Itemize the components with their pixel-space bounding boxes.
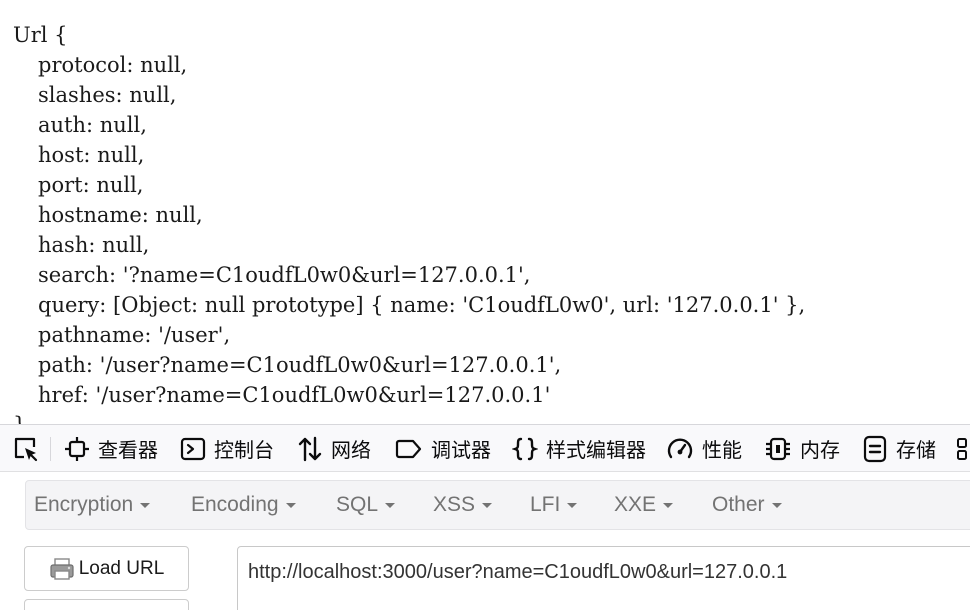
caret-down-icon: [567, 502, 578, 508]
output-line: query: [Object: null prototype] { name: …: [38, 293, 806, 317]
tab-storage[interactable]: 存储: [862, 425, 936, 472]
application-icon: [957, 437, 967, 460]
menu-label: Encryption: [34, 493, 134, 516]
element-picker-icon: [14, 437, 38, 461]
tab-network[interactable]: 网络: [297, 425, 371, 472]
tab-inspector[interactable]: 查看器: [64, 425, 158, 472]
menu-xss[interactable]: XSS: [433, 481, 493, 529]
menu-lfi[interactable]: LFI: [530, 481, 578, 529]
caret-down-icon: [285, 502, 296, 508]
tab-label: 调试器: [431, 440, 491, 462]
menu-other[interactable]: Other: [712, 481, 782, 529]
caret-down-icon: [482, 502, 493, 508]
output-line: search: '?name=C1oudfL0w0&url=127.0.0.1'…: [38, 263, 531, 287]
style-editor-icon: [512, 437, 538, 460]
tab-label: 控制台: [214, 440, 274, 462]
caret-down-icon: [140, 502, 151, 508]
toolbar-separator: [50, 437, 51, 461]
tab-label: 网络: [331, 440, 371, 462]
menu-label: Other: [712, 493, 765, 516]
menu-label: XSS: [433, 493, 476, 516]
url-input[interactable]: http://localhost:3000/user?name=C1oudfL0…: [237, 546, 970, 610]
tab-label: 查看器: [98, 440, 158, 462]
tab-label: 性能: [702, 440, 742, 462]
caret-down-icon: [771, 502, 782, 508]
menu-encryption[interactable]: Encryption: [34, 481, 151, 529]
tab-console[interactable]: 控制台: [180, 425, 274, 472]
output-line: protocol: null,: [38, 53, 188, 77]
menu-encoding[interactable]: Encoding: [191, 481, 296, 529]
output-line: hostname: null,: [38, 203, 203, 227]
output-line: port: null,: [38, 173, 144, 197]
output-line: href: '/user?name=C1oudfL0w0&url=127.0.0…: [38, 383, 551, 407]
tab-performance[interactable]: 性能: [666, 425, 742, 472]
output-line: slashes: null,: [38, 83, 177, 107]
tab-label: 内存: [800, 440, 840, 462]
menu-label: SQL: [336, 493, 379, 516]
output-line: path: '/user?name=C1oudfL0w0&url=127.0.0…: [38, 353, 562, 377]
menu-sql[interactable]: SQL: [336, 481, 396, 529]
output-line: hash: null,: [38, 233, 150, 257]
page-output: Url { protocol: null, slashes: null, aut…: [0, 0, 970, 424]
console-icon: [180, 437, 206, 460]
tab-overflow[interactable]: [955, 425, 969, 472]
split-url-button[interactable]: [24, 599, 189, 610]
tab-label: 样式编辑器: [546, 440, 646, 462]
menu-xxe[interactable]: XXE: [614, 481, 674, 529]
tab-memory[interactable]: 内存: [764, 425, 840, 472]
debugger-icon: [395, 439, 422, 458]
output-line: pathname: '/user',: [38, 323, 231, 347]
hackbar-menu: Encryption Encoding SQL XSS LFI XXE Othe…: [25, 480, 970, 530]
tab-label: 存储: [896, 440, 936, 462]
devtools-toolbar: 查看器 控制台 网络 调试器 样式编辑器 性能 内存 存储: [0, 424, 970, 472]
storage-icon: [863, 435, 887, 462]
menu-label: LFI: [530, 493, 561, 516]
performance-icon: [667, 437, 693, 458]
output-line: host: null,: [38, 143, 145, 167]
menu-label: XXE: [614, 493, 657, 516]
output-line: Url {: [13, 23, 68, 47]
output-line: }: [13, 410, 26, 424]
menu-label: Encoding: [191, 493, 279, 516]
tab-debugger[interactable]: 调试器: [395, 425, 491, 472]
tab-style-editor[interactable]: 样式编辑器: [512, 425, 646, 472]
memory-icon: [766, 437, 790, 460]
network-icon: [298, 436, 322, 461]
caret-down-icon: [385, 502, 396, 508]
load-url-button[interactable]: Load URL: [24, 546, 189, 591]
load-icon: [50, 557, 74, 580]
caret-down-icon: [663, 502, 674, 508]
output-line: auth: null,: [38, 113, 147, 137]
load-url-label: Load URL: [78, 557, 165, 579]
element-picker-button[interactable]: [12, 425, 40, 472]
inspector-icon: [65, 436, 89, 461]
